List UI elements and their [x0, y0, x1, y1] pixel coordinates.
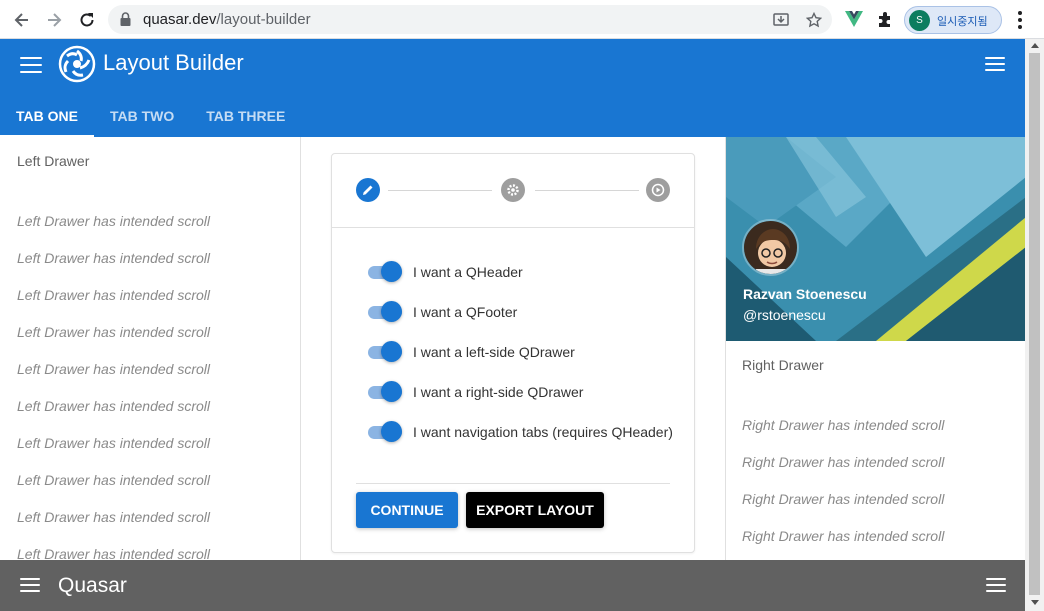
- toggle-qheader[interactable]: I want a QHeader: [368, 260, 523, 284]
- profile-banner: Razvan Stoenescu @rstoenescu: [726, 137, 1025, 341]
- app-title: Layout Builder: [103, 50, 244, 75]
- left-drawer-title: Left Drawer: [17, 153, 90, 169]
- avatar: [742, 219, 799, 276]
- toggle-left-drawer[interactable]: I want a left-side QDrawer: [368, 340, 575, 364]
- right-drawer[interactable]: Razvan Stoenescu @rstoenescu Right Drawe…: [725, 137, 1025, 560]
- list-item: Right Drawer has intended scroll: [742, 454, 945, 470]
- profile-handle: @rstoenescu: [743, 307, 826, 323]
- toggle-right-drawer[interactable]: I want a right-side QDrawer: [368, 380, 583, 404]
- list-item: Left Drawer has intended scroll: [17, 361, 210, 377]
- scroll-up-icon[interactable]: [1031, 43, 1039, 48]
- list-item: Left Drawer has intended scroll: [17, 472, 210, 488]
- export-layout-button[interactable]: EXPORT LAYOUT: [466, 492, 604, 528]
- list-item: Left Drawer has intended scroll: [17, 546, 210, 560]
- step-3-play-circle-icon[interactable]: [646, 178, 670, 202]
- toggle-switch[interactable]: [368, 260, 402, 284]
- list-item: Left Drawer has intended scroll: [17, 398, 210, 414]
- app-header: Layout Builder TAB ONE TAB TWO TAB THREE: [0, 39, 1025, 137]
- app-footer: Quasar: [0, 560, 1025, 611]
- layout-stepper-card: I want a QHeader I want a QFooter I want…: [331, 153, 695, 553]
- list-item: Right Drawer has intended scroll: [742, 528, 945, 544]
- install-app-icon[interactable]: [772, 11, 790, 29]
- toggle-label: I want a right-side QDrawer: [413, 384, 584, 400]
- footer-title: Quasar: [58, 574, 127, 597]
- footer-left-menu-icon[interactable]: [20, 578, 40, 592]
- toggle-nav-tabs[interactable]: I want navigation tabs (requires QHeader…: [368, 420, 673, 444]
- left-drawer[interactable]: Left Drawer Left Drawer has intended scr…: [0, 137, 301, 560]
- profile-label: 일시중지됨: [937, 16, 988, 28]
- toggle-label: I want navigation tabs (requires QHeader…: [413, 424, 673, 440]
- continue-button[interactable]: CONTINUE: [356, 492, 458, 528]
- list-item: Left Drawer has intended scroll: [17, 213, 210, 229]
- step-connector: [388, 190, 492, 191]
- scrollbar-thumb[interactable]: [1029, 53, 1040, 595]
- profile-button[interactable]: S 일시중지됨: [904, 6, 1002, 34]
- bookmark-star-icon[interactable]: [805, 11, 823, 29]
- tab-one[interactable]: TAB ONE: [0, 95, 94, 137]
- reload-icon[interactable]: [75, 8, 99, 32]
- toggle-qfooter[interactable]: I want a QFooter: [368, 300, 517, 324]
- profile-name: Razvan Stoenescu: [743, 286, 867, 302]
- browser-toolbar: quasar.dev/layout-builder S 일시중지됨: [0, 0, 1044, 39]
- page-scrollbar[interactable]: [1025, 39, 1044, 611]
- extensions-puzzle-icon[interactable]: [875, 9, 895, 29]
- toggle-label: I want a QHeader: [413, 264, 523, 280]
- url-text: quasar.dev/layout-builder: [143, 11, 311, 28]
- toggle-label: I want a QFooter: [413, 304, 518, 320]
- scroll-down-icon[interactable]: [1031, 600, 1039, 605]
- list-item: Left Drawer has intended scroll: [17, 324, 210, 340]
- step-connector: [535, 190, 639, 191]
- list-item: Left Drawer has intended scroll: [17, 287, 210, 303]
- toggle-switch[interactable]: [368, 420, 402, 444]
- back-icon[interactable]: [10, 8, 34, 32]
- list-item: Right Drawer has intended scroll: [742, 417, 945, 433]
- lock-icon: [120, 12, 131, 26]
- left-menu-icon[interactable]: [20, 57, 42, 73]
- step-2-gear-icon[interactable]: [501, 178, 525, 202]
- right-menu-icon[interactable]: [985, 57, 1005, 71]
- toggle-label: I want a left-side QDrawer: [413, 344, 575, 360]
- forward-icon[interactable]: [42, 8, 66, 32]
- tab-two[interactable]: TAB TWO: [94, 95, 190, 137]
- stepper-header: [332, 154, 694, 228]
- tab-three[interactable]: TAB THREE: [190, 95, 301, 137]
- toggle-switch[interactable]: [368, 380, 402, 404]
- list-item: Left Drawer has intended scroll: [17, 435, 210, 451]
- profile-avatar: S: [909, 10, 930, 31]
- address-bar[interactable]: quasar.dev/layout-builder: [108, 5, 832, 34]
- quasar-logo-icon: [58, 45, 96, 83]
- browser-menu-icon[interactable]: [1011, 9, 1029, 31]
- list-item: Left Drawer has intended scroll: [17, 250, 210, 266]
- list-item: Left Drawer has intended scroll: [17, 509, 210, 525]
- divider: [356, 483, 670, 484]
- toggle-switch[interactable]: [368, 300, 402, 324]
- vue-devtools-icon[interactable]: [844, 9, 864, 29]
- list-item: Right Drawer has intended scroll: [742, 491, 945, 507]
- toggle-switch[interactable]: [368, 340, 402, 364]
- footer-right-menu-icon[interactable]: [986, 578, 1006, 592]
- nav-tabs: TAB ONE TAB TWO TAB THREE: [0, 95, 301, 137]
- right-drawer-title: Right Drawer: [742, 357, 824, 373]
- step-1-pencil-icon[interactable]: [356, 178, 380, 202]
